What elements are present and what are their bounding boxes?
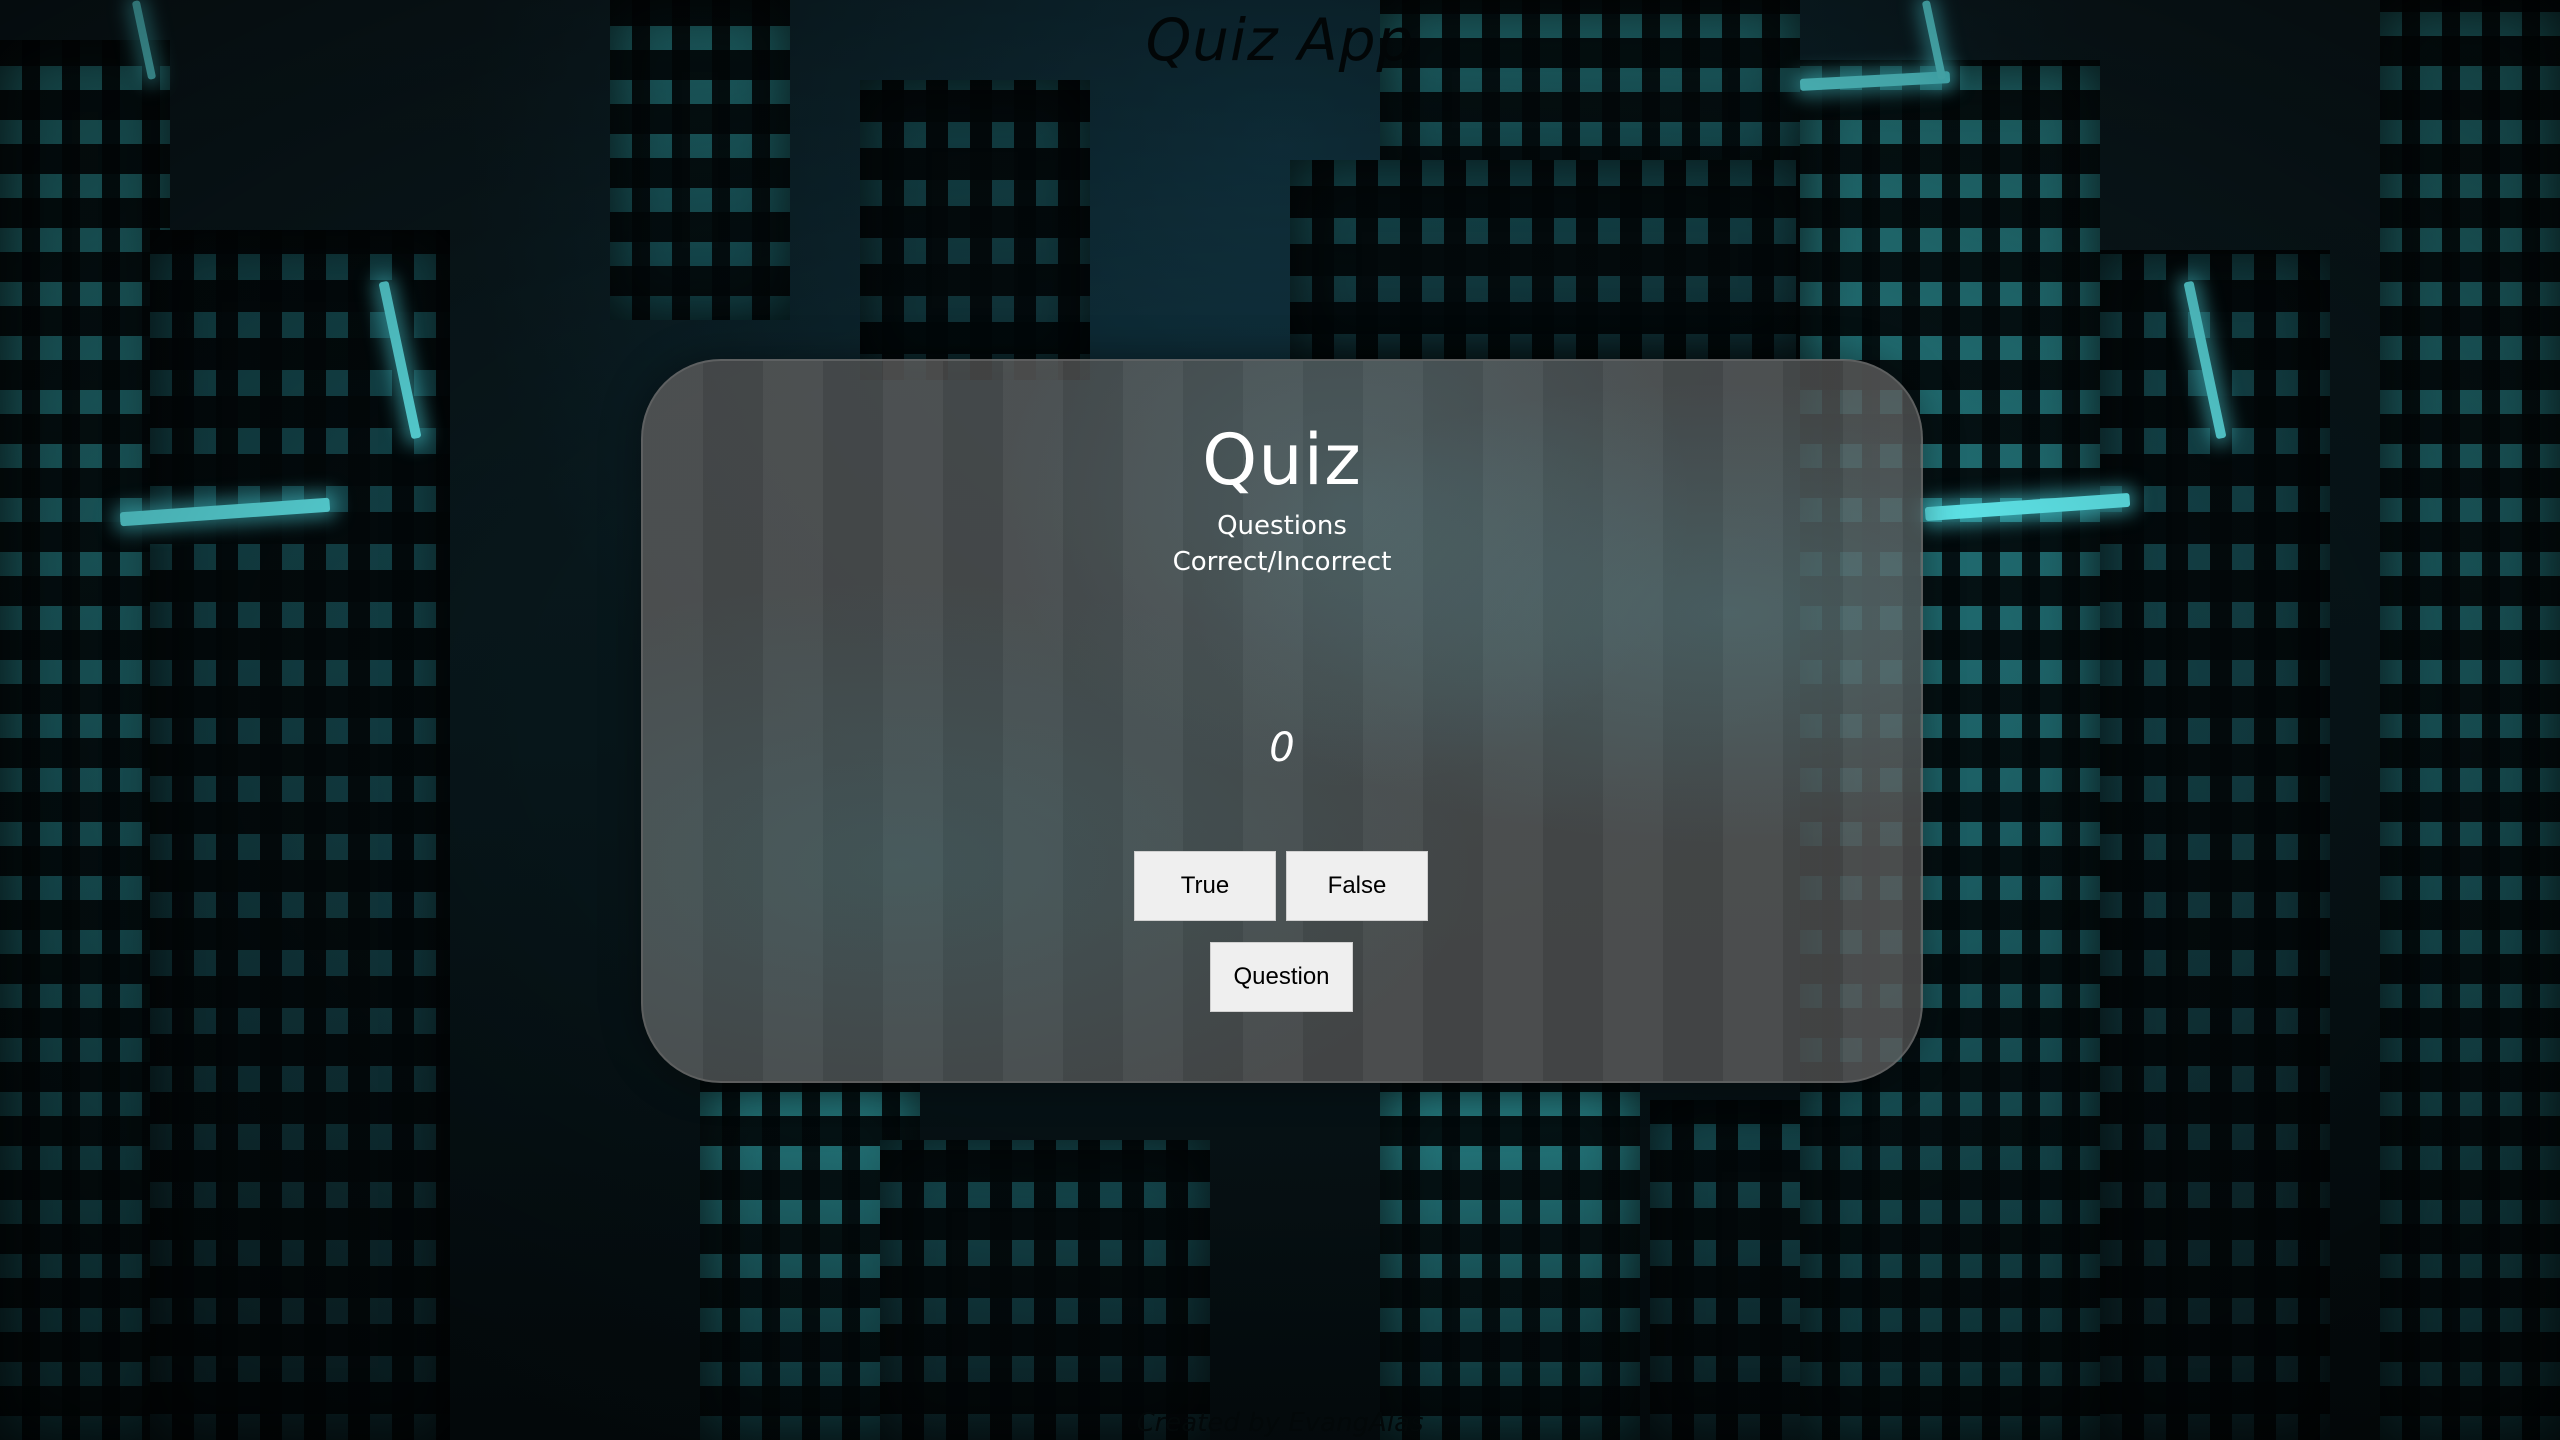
false-button[interactable]: False: [1286, 851, 1428, 921]
correct-incorrect-label: Correct/Incorrect: [1172, 547, 1392, 577]
footer-credit: Created by EvangAlas: [1136, 1408, 1424, 1438]
app-title: Quiz App: [1145, 6, 1415, 74]
quiz-heading: Quiz: [1202, 419, 1362, 501]
score-display: 0: [1269, 725, 1295, 771]
true-button[interactable]: True: [1134, 851, 1276, 921]
question-button[interactable]: Question: [1210, 942, 1353, 1012]
quiz-card: Quiz Questions Correct/Incorrect 0 True …: [641, 359, 1923, 1083]
questions-label: Questions: [1217, 511, 1347, 541]
